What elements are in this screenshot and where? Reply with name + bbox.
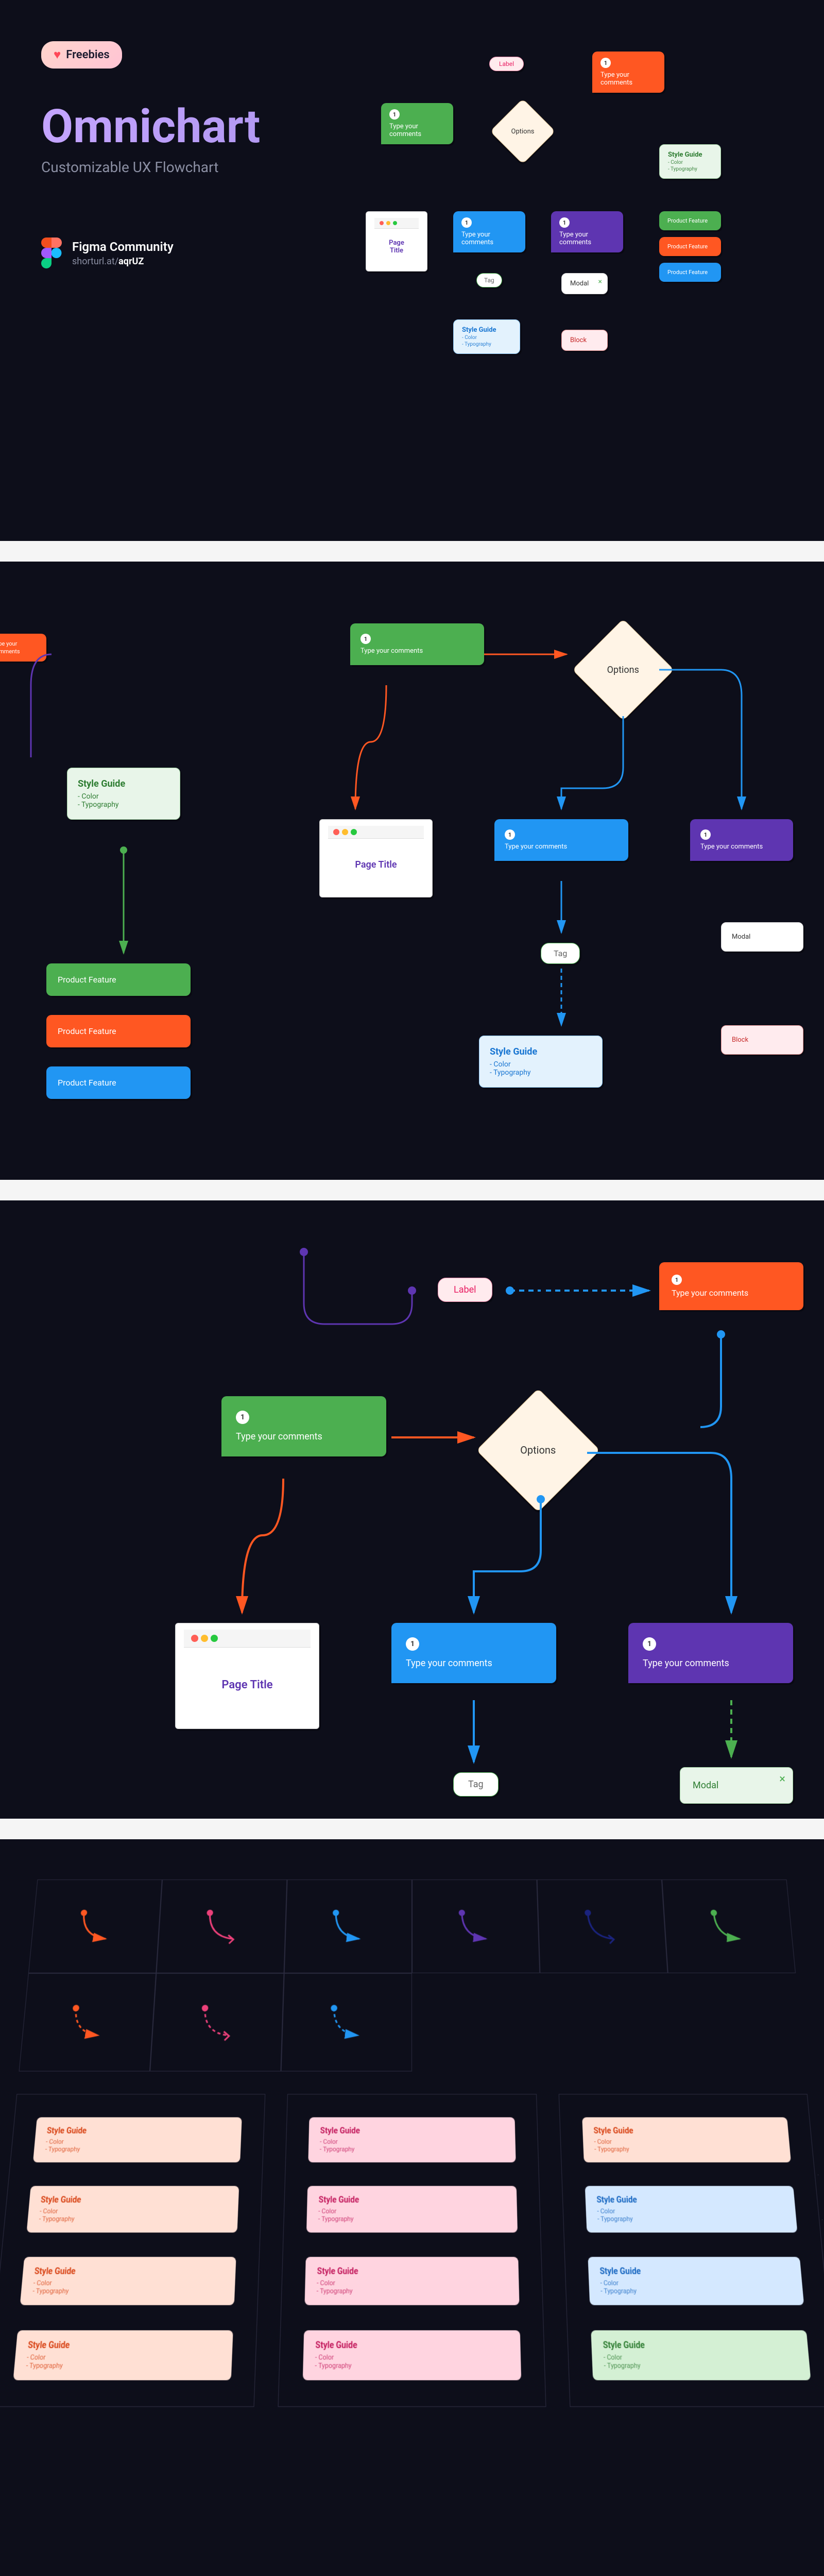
block-big[interactable]: Block xyxy=(721,1025,803,1055)
tooltip-pink[interactable]: Style Guide- Color- Typography xyxy=(305,2257,519,2306)
feature-orange-big[interactable]: Product Feature xyxy=(46,1015,191,1047)
tag-p3[interactable]: Tag xyxy=(453,1772,499,1797)
arrow-cell xyxy=(28,1879,162,1973)
comment-green-p3[interactable]: 1 Type your comments xyxy=(221,1396,386,1456)
arrow-icon xyxy=(322,1900,375,1952)
tag-big[interactable]: Tag xyxy=(541,943,580,964)
options-p3[interactable]: Options xyxy=(476,1388,600,1512)
arrow-icon xyxy=(700,1900,757,1952)
tooltip-column: Style Guide- Color- Typography Style Gui… xyxy=(0,2094,266,2407)
tooltip-green[interactable]: Style Guide- Color- Typography xyxy=(591,2330,811,2380)
arrow-icon xyxy=(195,1900,250,1952)
heart-icon: ♥ xyxy=(54,47,61,62)
tooltip-grid: Style Guide- Color- Typography Style Gui… xyxy=(0,2094,824,2407)
modal-big[interactable]: Modal xyxy=(721,922,803,952)
comment-node-green[interactable]: 1 Type your comments xyxy=(381,103,453,144)
tooltip-blue[interactable]: Style Guide- Color- Typography xyxy=(588,2257,804,2306)
comment-green-big[interactable]: 1 Type your comments xyxy=(350,623,484,665)
close-icon[interactable]: × xyxy=(779,1773,785,1786)
feature-green[interactable]: Product Feature xyxy=(659,211,721,230)
arrow-icon xyxy=(67,1900,124,1952)
arrow-dashed-icon xyxy=(190,1994,246,2049)
tooltip-pink[interactable]: Style Guide- Color- Typography xyxy=(303,2330,521,2380)
tooltip-column: Style Guide- Color- Typography Style Gui… xyxy=(278,2094,546,2407)
window-dot-green xyxy=(393,221,397,225)
comment-blue-big[interactable]: 1 Type your comments xyxy=(494,819,628,861)
arrow-cell xyxy=(412,1879,540,1973)
flowchart-zoom-2: Label 1 Type your comments 1 Type your c… xyxy=(0,1200,824,1819)
hero-panel: ♥ Freebies Omnichart Customizable UX Flo… xyxy=(0,0,824,541)
page-window[interactable]: Page Title xyxy=(366,211,427,272)
arrow-cell xyxy=(281,1973,412,2072)
style-guide-tooltip[interactable]: Style Guide - Color - Typography xyxy=(67,768,180,820)
window-dot-yellow xyxy=(386,221,390,225)
modal-p3[interactable]: × Modal xyxy=(680,1767,793,1804)
style-blue-big[interactable]: Style Guide - Color - Typography xyxy=(479,1036,603,1088)
comment-edge[interactable]: Type your comments xyxy=(0,634,46,662)
feature-blue-big[interactable]: Product Feature xyxy=(46,1066,191,1099)
tooltip-pink[interactable]: Style Guide- Color- Typography xyxy=(308,2117,516,2163)
comment-purple-big[interactable]: 1 Type your comments xyxy=(690,819,793,861)
tooltip-orange[interactable]: Style Guide- Color- Typography xyxy=(20,2257,236,2306)
flowchart-preview: Label 1 Type your comments 1 Type your c… xyxy=(360,41,824,541)
tag-node[interactable]: Tag xyxy=(476,273,502,287)
arrow-dashed-icon xyxy=(59,1994,117,2049)
comment-purple-p3[interactable]: 1 Type your comments xyxy=(628,1623,793,1683)
tooltip-orange[interactable]: Style Guide- Color- Typography xyxy=(13,2330,233,2380)
window-dot-red xyxy=(380,221,384,225)
comment-node-purple[interactable]: 1 Type your comments xyxy=(551,211,623,252)
comment-blue-p3[interactable]: 1 Type your comments xyxy=(391,1623,556,1683)
arrow-cell xyxy=(150,1973,284,2072)
freebies-badge: ♥ Freebies xyxy=(41,41,122,69)
badge-label: Freebies xyxy=(66,48,109,61)
arrow-cell xyxy=(662,1879,796,1973)
figma-icon xyxy=(41,238,62,268)
arrow-cell xyxy=(284,1879,412,1973)
label-big[interactable]: Label xyxy=(438,1278,492,1302)
flowchart-zoom-1: Type your comments 1 Type your comments … xyxy=(0,562,824,1180)
tooltip-orange[interactable]: Style Guide- Color- Typography xyxy=(33,2117,242,2163)
tooltip-pink[interactable]: Style Guide- Color- Typography xyxy=(306,2186,517,2233)
arrow-icon xyxy=(449,1900,502,1952)
options-big[interactable]: Options xyxy=(572,619,674,721)
figma-url: shorturl.at/aqrUZ xyxy=(72,256,174,267)
tooltip-column: Style Guide- Color- Typography Style Gui… xyxy=(558,2094,824,2407)
comment-node-orange[interactable]: 1 Type your comments xyxy=(592,52,664,93)
tooltip-orange[interactable]: Style Guide- Color- Typography xyxy=(27,2186,239,2233)
feature-blue[interactable]: Product Feature xyxy=(659,263,721,282)
feature-orange[interactable]: Product Feature xyxy=(659,237,721,256)
label-node[interactable]: Label xyxy=(489,57,524,71)
feature-green-big[interactable]: Product Feature xyxy=(46,963,191,996)
close-icon[interactable]: × xyxy=(598,278,602,286)
arrow-cell xyxy=(19,1973,157,2072)
page-window-big[interactable]: Page Title xyxy=(319,819,433,897)
comment-orange-big[interactable]: 1 Type your comments xyxy=(659,1262,803,1310)
style-guide-node[interactable]: Style Guide - Color - Typography xyxy=(659,144,721,179)
tooltip-orange[interactable]: Style Guide- Color- Typography xyxy=(582,2117,791,2163)
arrow-grid xyxy=(19,1879,805,2072)
arrow-cell xyxy=(537,1879,668,1973)
arrow-cell xyxy=(156,1879,287,1973)
arrow-icon xyxy=(574,1900,629,1952)
arrow-dashed-icon xyxy=(320,1994,374,2049)
component-library: Style Guide- Color- Typography Style Gui… xyxy=(0,1839,824,2576)
figma-label: Figma Community xyxy=(72,240,174,254)
comment-node-blue[interactable]: 1 Type your comments xyxy=(453,211,525,252)
page-window-p3[interactable]: Page Title xyxy=(175,1623,319,1729)
modal-node[interactable]: × Modal xyxy=(561,273,608,294)
tooltip-blue[interactable]: Style Guide- Color- Typography xyxy=(585,2186,797,2233)
block-node[interactable]: Block xyxy=(561,330,608,351)
style-guide-blue[interactable]: Style Guide - Color - Typography xyxy=(453,319,520,354)
options-diamond[interactable]: Options xyxy=(490,98,555,164)
